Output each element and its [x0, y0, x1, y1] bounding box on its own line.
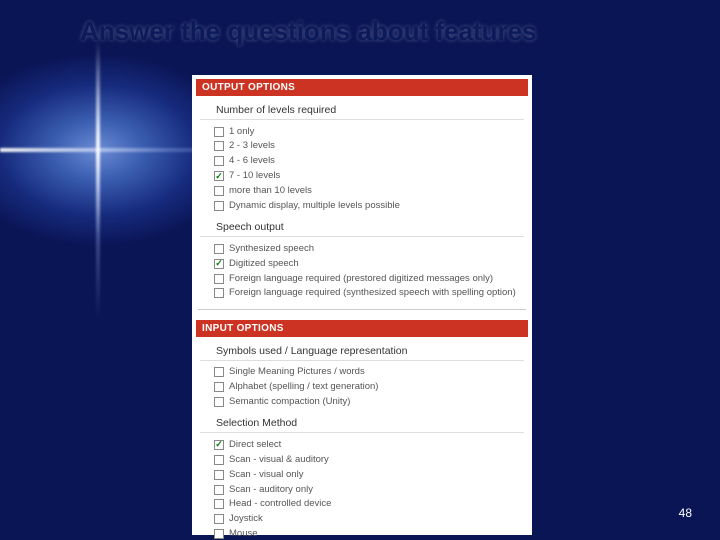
- checkbox-icon[interactable]: [214, 171, 224, 181]
- option-row[interactable]: more than 10 levels: [214, 184, 524, 199]
- option-label: Synthesized speech: [229, 243, 524, 255]
- option-row[interactable]: Scan - visual only: [214, 467, 524, 482]
- divider: [198, 309, 526, 310]
- option-label: Digitized speech: [229, 258, 524, 270]
- option-row[interactable]: Scan - visual & auditory: [214, 452, 524, 467]
- option-row[interactable]: Joystick: [214, 512, 524, 527]
- checkbox-icon[interactable]: [214, 397, 224, 407]
- option-row[interactable]: Synthesized speech: [214, 241, 524, 256]
- option-row[interactable]: 4 - 6 levels: [214, 154, 524, 169]
- option-label: Semantic compaction (Unity): [229, 396, 524, 408]
- group-title-levels: Number of levels required: [200, 98, 524, 120]
- slide-background: Answer the questions about features OUTP…: [0, 0, 720, 540]
- option-row[interactable]: Alphabet (spelling / text generation): [214, 380, 524, 395]
- option-label: Mouse: [229, 528, 524, 540]
- option-label: 4 - 6 levels: [229, 155, 524, 167]
- option-row[interactable]: Direct select: [214, 437, 524, 452]
- option-row[interactable]: Semantic compaction (Unity): [214, 395, 524, 410]
- option-label: 1 only: [229, 126, 524, 138]
- checkbox-icon[interactable]: [214, 514, 224, 524]
- option-label: Joystick: [229, 513, 524, 525]
- checkbox-icon[interactable]: [214, 529, 224, 539]
- option-row[interactable]: Dynamic display, multiple levels possibl…: [214, 198, 524, 213]
- option-row[interactable]: Digitized speech: [214, 256, 524, 271]
- checkbox-icon[interactable]: [214, 186, 224, 196]
- checkbox-icon[interactable]: [214, 156, 224, 166]
- option-row[interactable]: Mouse: [214, 527, 524, 540]
- group-title-selection: Selection Method: [200, 411, 524, 433]
- checkbox-icon[interactable]: [214, 440, 224, 450]
- option-label: Foreign language required (synthesized s…: [229, 287, 524, 299]
- checkbox-icon[interactable]: [214, 485, 224, 495]
- group-options-selection: Direct select Scan - visual & auditory S…: [192, 437, 532, 540]
- group-options-levels: 1 only 2 - 3 levels 4 - 6 levels 7 - 10 …: [192, 124, 532, 215]
- option-label: Alphabet (spelling / text generation): [229, 381, 524, 393]
- group-title-symbols: Symbols used / Language representation: [200, 339, 524, 361]
- checkbox-icon[interactable]: [214, 382, 224, 392]
- option-row[interactable]: 2 - 3 levels: [214, 139, 524, 154]
- lens-flare-vertical: [96, 40, 100, 320]
- option-label: Scan - auditory only: [229, 484, 524, 496]
- features-panel: OUTPUT OPTIONS Number of levels required…: [192, 75, 532, 535]
- option-row[interactable]: Single Meaning Pictures / words: [214, 365, 524, 380]
- section-header-output: OUTPUT OPTIONS: [196, 79, 528, 96]
- option-label: Single Meaning Pictures / words: [229, 366, 524, 378]
- option-row[interactable]: Head - controlled device: [214, 497, 524, 512]
- option-label: Scan - visual & auditory: [229, 454, 524, 466]
- group-options-symbols: Single Meaning Pictures / words Alphabet…: [192, 365, 532, 412]
- checkbox-icon[interactable]: [214, 499, 224, 509]
- option-label: Dynamic display, multiple levels possibl…: [229, 200, 524, 212]
- option-label: 2 - 3 levels: [229, 140, 524, 152]
- group-options-speech: Synthesized speech Digitized speech Fore…: [192, 241, 532, 303]
- checkbox-icon[interactable]: [214, 367, 224, 377]
- option-label: Direct select: [229, 439, 524, 451]
- checkbox-icon[interactable]: [214, 201, 224, 211]
- option-row[interactable]: 1 only: [214, 124, 524, 139]
- checkbox-icon[interactable]: [214, 259, 224, 269]
- option-row[interactable]: 7 - 10 levels: [214, 169, 524, 184]
- checkbox-icon[interactable]: [214, 244, 224, 254]
- checkbox-icon[interactable]: [214, 127, 224, 137]
- checkbox-icon[interactable]: [214, 288, 224, 298]
- checkbox-icon[interactable]: [214, 141, 224, 151]
- option-row[interactable]: Foreign language required (prestored dig…: [214, 271, 524, 286]
- page-title: Answer the questions about features: [80, 16, 537, 47]
- group-title-speech: Speech output: [200, 215, 524, 237]
- checkbox-icon[interactable]: [214, 274, 224, 284]
- option-label: Head - controlled device: [229, 498, 524, 510]
- page-number: 48: [679, 506, 692, 520]
- option-row[interactable]: Foreign language required (synthesized s…: [214, 286, 524, 301]
- option-row[interactable]: Scan - auditory only: [214, 482, 524, 497]
- checkbox-icon[interactable]: [214, 470, 224, 480]
- checkbox-icon[interactable]: [214, 455, 224, 465]
- option-label: Scan - visual only: [229, 469, 524, 481]
- option-label: more than 10 levels: [229, 185, 524, 197]
- option-label: 7 - 10 levels: [229, 170, 524, 182]
- section-header-input: INPUT OPTIONS: [196, 320, 528, 337]
- option-label: Foreign language required (prestored dig…: [229, 273, 524, 285]
